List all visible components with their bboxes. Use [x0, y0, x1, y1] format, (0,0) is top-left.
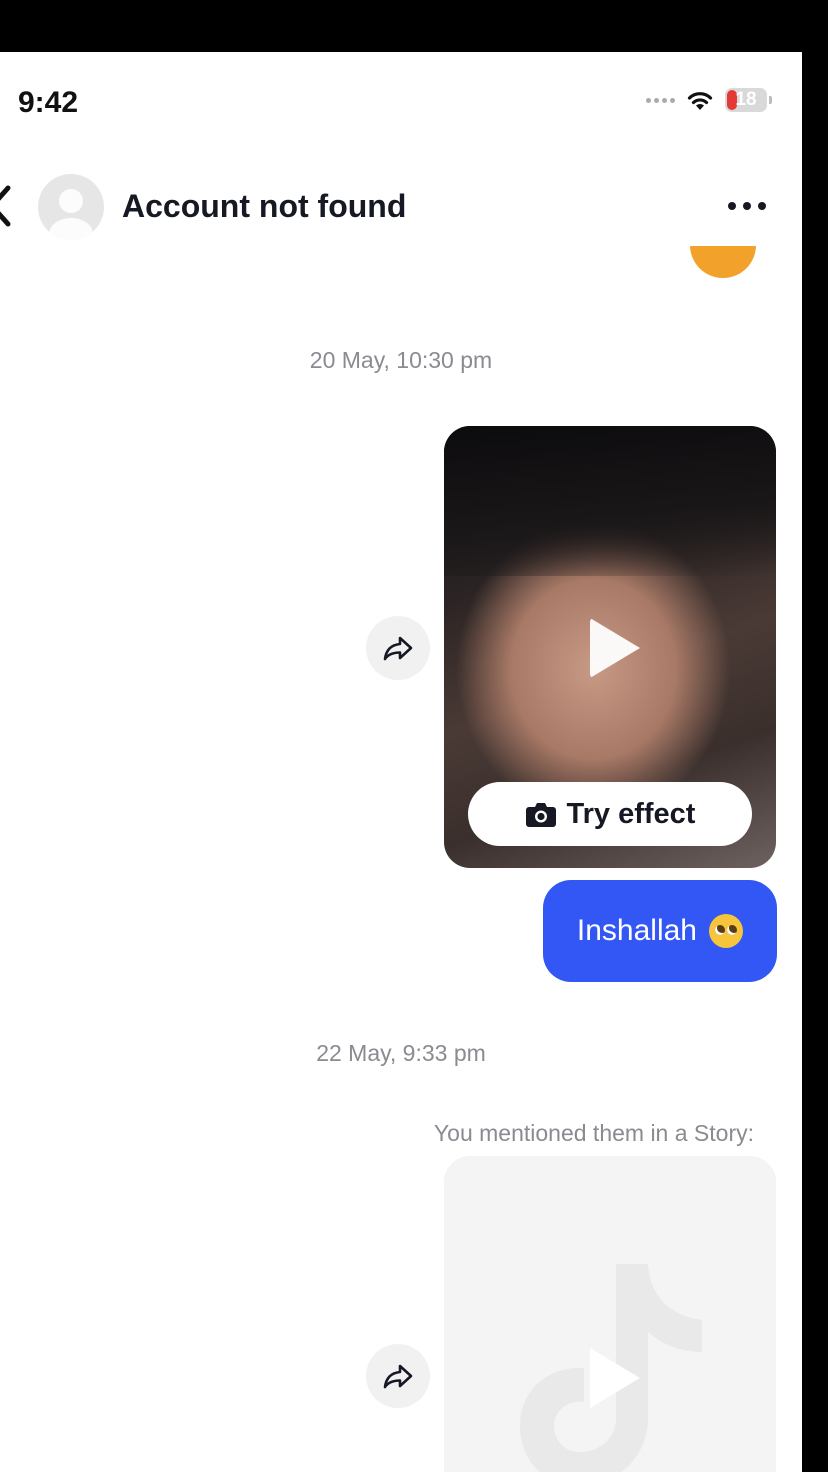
status-icons: 18 — [646, 88, 772, 112]
play-icon[interactable] — [590, 1348, 640, 1408]
try-effect-button[interactable]: Try effect — [468, 782, 752, 846]
camera-icon — [525, 803, 556, 827]
try-effect-label: Try effect — [566, 797, 696, 830]
share-icon — [383, 1364, 413, 1389]
share-button[interactable] — [366, 616, 430, 680]
share-button[interactable] — [366, 1344, 430, 1408]
battery-level: 18 — [735, 89, 757, 110]
video-message[interactable]: Try effect — [444, 426, 776, 868]
wifi-icon — [687, 92, 713, 110]
back-chevron-icon[interactable] — [0, 184, 14, 228]
tiktok-logo-icon — [520, 1264, 702, 1472]
signal-icon — [646, 97, 675, 103]
timestamp: 22 May, 9:33 pm — [316, 1040, 486, 1066]
story-mention-caption: You mentioned them in a Story: — [433, 1120, 754, 1146]
story-message[interactable] — [444, 1156, 776, 1472]
timestamp: 20 May, 10:30 pm — [309, 347, 493, 373]
avatar[interactable] — [38, 174, 104, 240]
chat-screen: 9:42 18 Account not found 20 May, 10:30 … — [0, 52, 802, 1472]
avatar-placeholder-icon — [49, 189, 93, 240]
message-text: Inshallah — [576, 914, 697, 947]
status-time: 9:42 — [18, 86, 79, 119]
share-icon — [383, 636, 413, 661]
header-title[interactable]: Account not found — [122, 188, 406, 225]
emoji-sticker — [690, 246, 756, 278]
play-icon[interactable] — [590, 618, 640, 678]
message-bubble[interactable]: Inshallah — [542, 880, 777, 982]
battery-icon: 18 — [725, 88, 767, 112]
pleading-face-emoji — [709, 914, 743, 948]
more-icon[interactable] — [728, 202, 766, 210]
